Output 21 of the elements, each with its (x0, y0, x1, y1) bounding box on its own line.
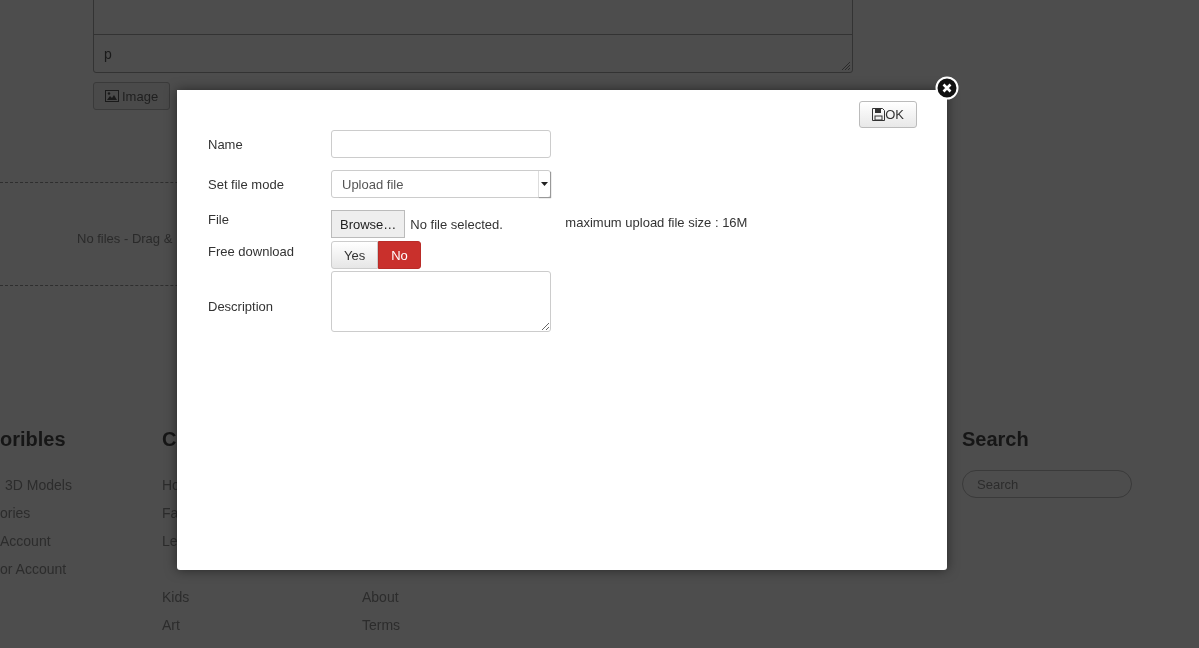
close-icon[interactable] (935, 76, 959, 100)
caret-icon (541, 182, 548, 186)
floppy-icon (872, 108, 886, 121)
resize-grip-icon[interactable] (842, 62, 850, 70)
upload-size-note: maximum upload file size : 16M (565, 214, 748, 230)
field-label: File (208, 211, 230, 227)
toggle-option[interactable]: No (378, 241, 421, 269)
description-field[interactable] (331, 271, 551, 332)
field-label: Name (208, 136, 244, 152)
footer-heading: oribles (0, 427, 67, 452)
picture-icon (105, 90, 119, 102)
name-field[interactable] (331, 130, 551, 158)
footer-heading: Search (962, 427, 1030, 452)
ok-button[interactable]: OK (859, 101, 917, 128)
browse-button[interactable]: Browse… (331, 210, 406, 238)
file-mode-select[interactable]: Upload file (331, 170, 551, 198)
toggle-option[interactable]: Yes (331, 241, 379, 269)
field-label: Free download (208, 244, 295, 259)
field-label: Set file mode (208, 176, 285, 192)
file-status: No file selected. (410, 216, 504, 232)
field-label: Description (208, 299, 275, 314)
